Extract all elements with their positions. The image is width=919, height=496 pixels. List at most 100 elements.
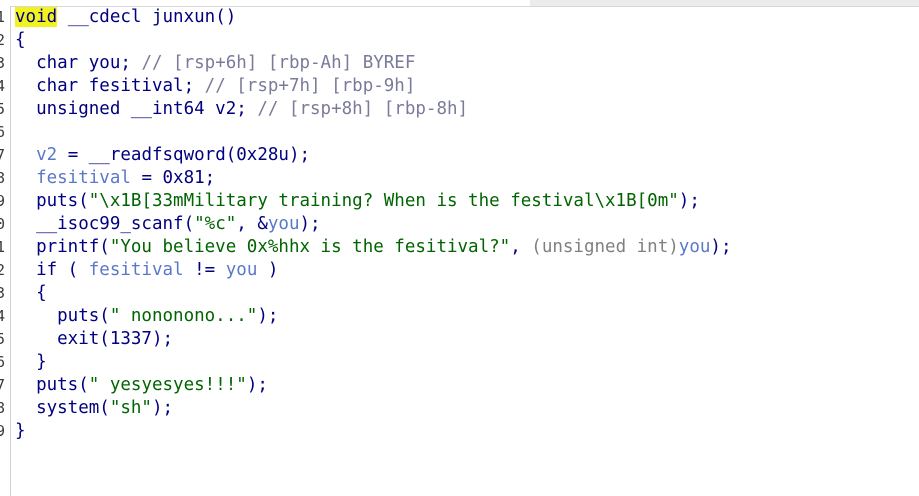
code-text[interactable]: puts(" nononono..."); xyxy=(15,305,278,328)
code-token: v2 xyxy=(36,145,58,165)
code-token: "\x1B[33mMilitary training? When is the … xyxy=(88,191,679,211)
code-text[interactable]: v2 = __readfsqword(0x28u); xyxy=(15,144,310,167)
code-line[interactable]: 1 void __cdecl junxun() xyxy=(0,6,919,29)
code-text[interactable]: void __cdecl junxun() xyxy=(15,6,236,29)
code-token: (unsigned int) xyxy=(531,237,679,257)
code-text[interactable]: __isoc99_scanf("%c", &you); xyxy=(15,213,321,236)
code-text[interactable]: { xyxy=(15,282,47,305)
code-text[interactable]: unsigned __int64 v2; // [rsp+8h] [rbp-8h… xyxy=(15,98,468,121)
code-token: ); xyxy=(678,191,700,211)
line-number: 0 xyxy=(0,215,6,233)
code-token: char you; xyxy=(15,53,142,73)
line-number: 7 xyxy=(0,376,6,394)
code-text[interactable]: } xyxy=(15,420,26,443)
code-token: void xyxy=(15,7,58,27)
code-token: = __readfsqword(0x28u); xyxy=(57,145,311,165)
code-token: } xyxy=(15,421,26,441)
code-token: ) xyxy=(257,260,279,280)
line-number: 6 xyxy=(0,353,6,371)
line-number: 3 xyxy=(0,284,6,302)
line-number: 2 xyxy=(0,31,6,49)
code-token: "sh" xyxy=(109,398,152,418)
code-token: != xyxy=(183,260,226,280)
line-number: 1 xyxy=(0,238,6,256)
code-line[interactable]: 1 printf("You believe 0x%hhx is the fesi… xyxy=(0,236,919,259)
code-line[interactable]: 6 } xyxy=(0,351,919,374)
code-line[interactable]: 3 { xyxy=(0,282,919,305)
code-token: "You believe 0x%hhx is the fesitival?" xyxy=(109,237,511,257)
code-text[interactable]: } xyxy=(15,351,47,374)
code-token: fesitival xyxy=(88,260,184,280)
code-token: ); xyxy=(257,306,279,326)
code-token: fesitival xyxy=(36,168,131,188)
code-token: // [rsp+6h] [rbp-Ah] BYREF xyxy=(141,53,416,73)
code-line[interactable]: 3 char you; // [rsp+6h] [rbp-Ah] BYREF xyxy=(0,52,919,75)
code-line[interactable]: 8 system("sh"); xyxy=(0,397,919,420)
code-token: // [rsp+8h] [rbp-8h] xyxy=(257,99,469,119)
code-token: ); xyxy=(151,398,174,418)
code-token: " nononono..." xyxy=(109,306,258,326)
code-token: puts( xyxy=(15,375,89,395)
code-line[interactable]: 6 xyxy=(0,121,919,144)
code-token: if ( xyxy=(15,260,89,280)
code-token: // [rsp+7h] [rbp-9h] xyxy=(204,76,416,96)
line-number: 2 xyxy=(0,261,6,279)
line-number: 4 xyxy=(0,77,6,95)
code-line[interactable]: 0 __isoc99_scanf("%c", &you); xyxy=(0,213,919,236)
code-line[interactable]: 7 puts(" yesyesyes!!!"); xyxy=(0,374,919,397)
code-token: __cdecl junxun() xyxy=(57,7,237,27)
line-number: 7 xyxy=(0,146,6,164)
code-token: " yesyesyes!!!" xyxy=(88,375,247,395)
code-text[interactable]: char fesitival; // [rsp+7h] [rbp-9h] xyxy=(15,75,415,98)
line-number: 9 xyxy=(0,192,6,210)
code-text[interactable]: fesitival = 0x81; xyxy=(15,167,215,190)
code-token: } xyxy=(15,352,47,372)
code-line[interactable]: 9 puts("\x1B[33mMilitary training? When … xyxy=(0,190,919,213)
code-token: printf( xyxy=(15,237,110,257)
code-text[interactable]: { xyxy=(15,29,26,52)
line-number: 6 xyxy=(0,123,6,141)
line-number: 5 xyxy=(0,330,6,348)
code-text[interactable]: puts("\x1B[33mMilitary training? When is… xyxy=(15,190,700,213)
code-text[interactable]: puts(" yesyesyes!!!"); xyxy=(15,374,268,397)
code-token: you xyxy=(225,260,258,280)
line-number: 4 xyxy=(0,307,6,325)
line-number: 5 xyxy=(0,100,6,118)
code-token: { xyxy=(15,30,26,50)
code-token: char fesitival; xyxy=(15,76,205,96)
line-number: 8 xyxy=(0,169,6,187)
code-token: "%c" xyxy=(194,214,237,234)
code-text[interactable]: if ( fesitival != you ) xyxy=(15,259,278,282)
code-token: , xyxy=(510,237,532,257)
code-token: ); xyxy=(246,375,268,395)
code-token: unsigned __int64 v2; xyxy=(15,99,258,119)
line-number: 8 xyxy=(0,399,6,417)
code-text[interactable]: printf("You believe 0x%hhx is the fesiti… xyxy=(15,236,731,259)
pseudocode-view[interactable]: 1 void __cdecl junxun() 2{3 char you; // [… xyxy=(0,6,919,443)
code-line[interactable]: 4 char fesitival; // [rsp+7h] [rbp-9h] xyxy=(0,75,919,98)
code-line[interactable]: 5 unsigned __int64 v2; // [rsp+8h] [rbp-… xyxy=(0,98,919,121)
code-token: exit(1337); xyxy=(15,329,174,349)
code-line[interactable]: 8 fesitival = 0x81; xyxy=(0,167,919,190)
code-line[interactable]: 5 exit(1337); xyxy=(0,328,919,351)
line-number: 3 xyxy=(0,54,6,72)
code-token: puts( xyxy=(15,306,110,326)
line-number: 9 xyxy=(0,422,6,440)
code-line[interactable]: 2{ xyxy=(0,29,919,52)
code-line[interactable]: 4 puts(" nononono..."); xyxy=(0,305,919,328)
code-text[interactable]: system("sh"); xyxy=(15,397,173,420)
code-token: , & xyxy=(236,214,268,234)
code-token: you xyxy=(267,214,300,234)
code-token: { xyxy=(15,283,47,303)
code-line[interactable]: 2 if ( fesitival != you ) xyxy=(0,259,919,282)
code-token: puts( xyxy=(15,191,89,211)
code-token: __isoc99_scanf( xyxy=(15,214,195,234)
code-text[interactable]: char you; // [rsp+6h] [rbp-Ah] BYREF xyxy=(15,52,415,75)
code-token: you xyxy=(678,237,711,257)
code-line[interactable]: 7 v2 = __readfsqword(0x28u); xyxy=(0,144,919,167)
code-text[interactable]: exit(1337); xyxy=(15,328,173,351)
code-line[interactable]: 9} xyxy=(0,420,919,443)
code-token: = 0x81; xyxy=(130,168,216,188)
